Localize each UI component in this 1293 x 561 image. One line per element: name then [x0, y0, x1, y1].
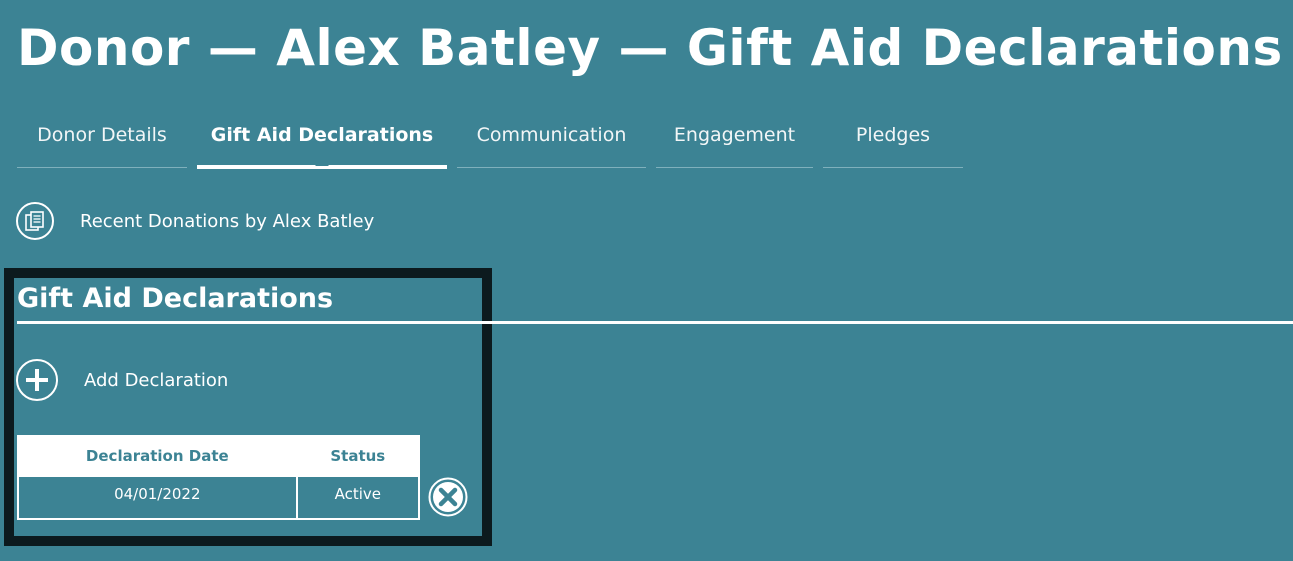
declaration-date-cell: 04/01/2022	[17, 475, 298, 520]
tab-engagement[interactable]: Engagement	[656, 112, 813, 168]
documents-icon	[16, 202, 54, 240]
declarations-table: Declaration Date Status 04/01/2022 Activ…	[17, 435, 421, 520]
delete-declaration-button[interactable]	[428, 477, 468, 517]
plus-circle-icon	[16, 359, 58, 401]
page-title: Donor — Alex Batley — Gift Aid Declarati…	[17, 19, 1283, 77]
tab-gift-aid-declarations[interactable]: Gift Aid Declarations	[197, 112, 447, 169]
recent-donations-link[interactable]: Recent Donations by Alex Batley	[16, 202, 374, 240]
column-header-status[interactable]: Status	[295, 435, 421, 477]
tab-donor-details[interactable]: Donor Details	[17, 112, 187, 168]
recent-donations-label: Recent Donations by Alex Batley	[80, 210, 375, 232]
table-header-row: Declaration Date Status	[17, 435, 421, 477]
table-row[interactable]: 04/01/2022 Active	[17, 475, 421, 520]
add-declaration-label: Add Declaration	[84, 369, 229, 391]
tab-communication[interactable]: Communication	[457, 112, 646, 168]
section-divider	[17, 321, 1293, 324]
close-circle-icon	[428, 477, 468, 517]
section-title: Gift Aid Declarations	[17, 283, 334, 314]
column-header-declaration-date[interactable]: Declaration Date	[17, 435, 298, 477]
status-cell: Active	[295, 475, 421, 520]
tab-pledges[interactable]: Pledges	[823, 112, 963, 168]
add-declaration-button[interactable]: Add Declaration	[16, 359, 228, 401]
tab-bar: Donor Details Gift Aid Declarations Comm…	[17, 112, 973, 169]
